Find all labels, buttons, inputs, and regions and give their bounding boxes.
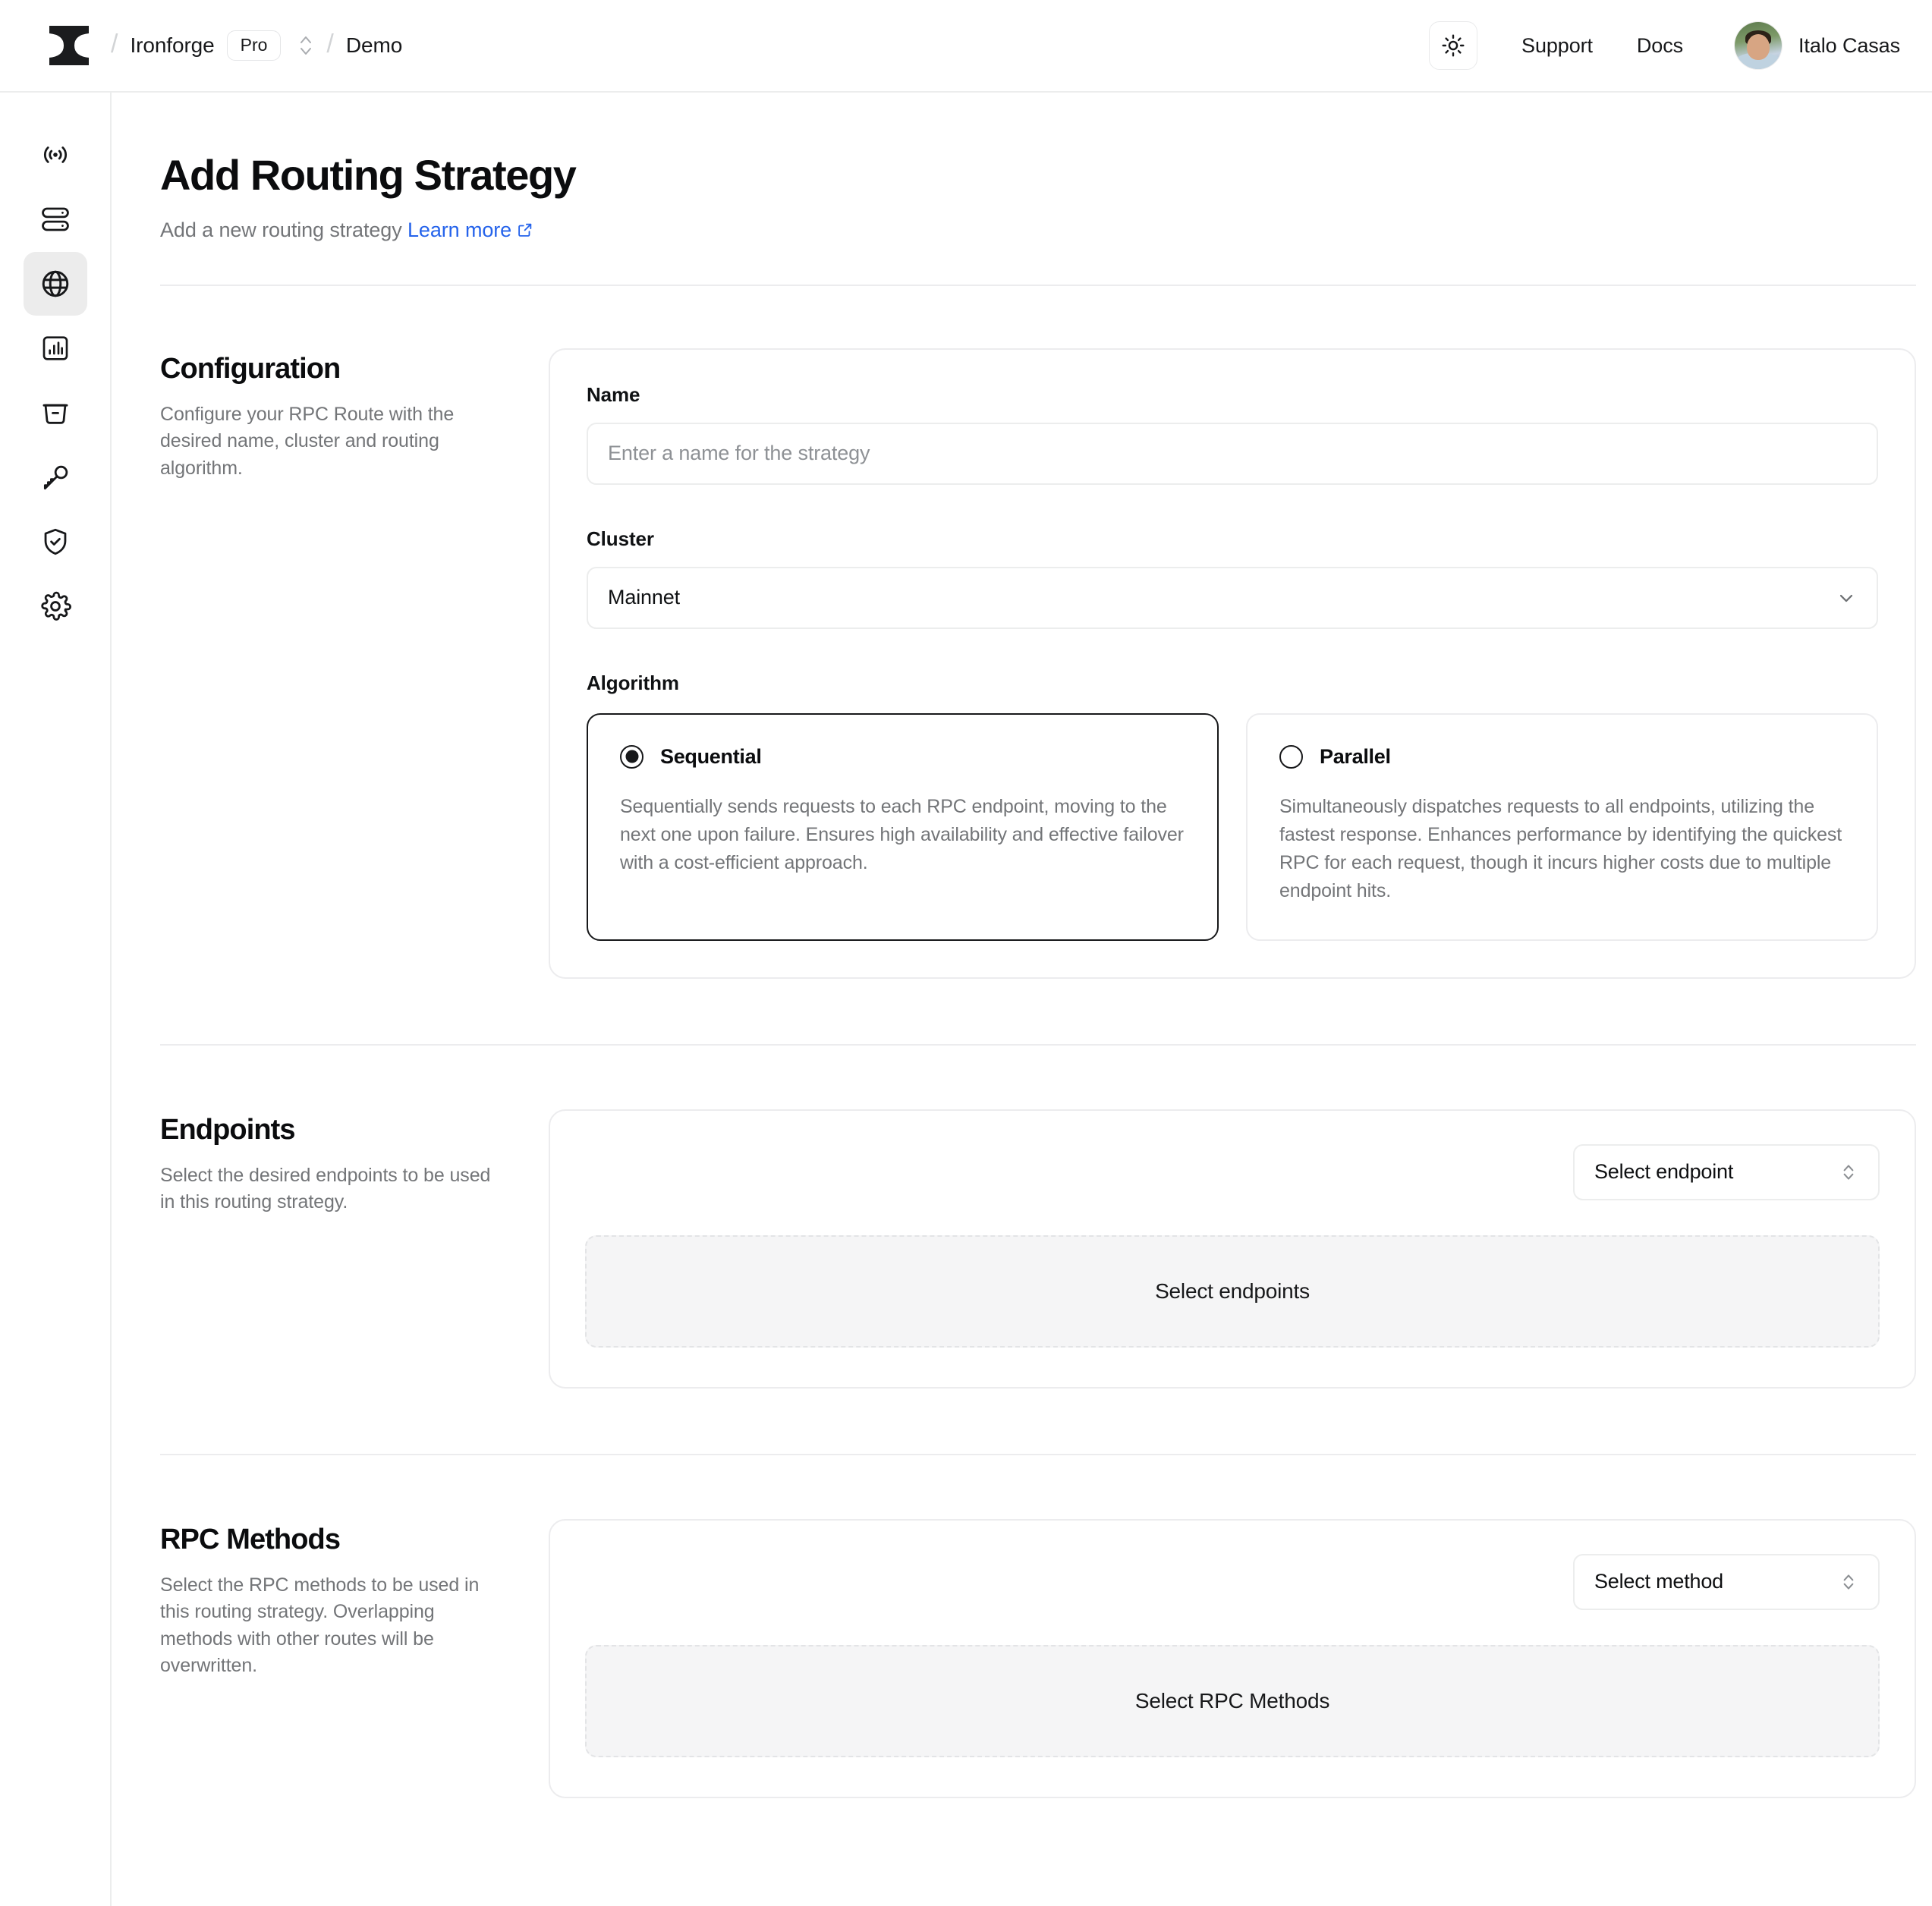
gear-icon [40,591,71,621]
user-name: Italo Casas [1798,33,1900,57]
cluster-selected-value: Mainnet [608,586,681,609]
endpoint-select-label: Select endpoint [1594,1160,1734,1184]
cluster-field-group: Cluster Mainnet [587,527,1878,629]
anvil-logo-icon [49,26,89,65]
rpc-methods-dropzone[interactable]: Select RPC Methods [585,1644,1880,1757]
bar-chart-icon [42,336,68,360]
divider-endpoints [160,1043,1916,1046]
page-subtitle: Add a new routing strategy Learn more [160,219,1932,244]
algorithm-sequential-title: Sequential [660,744,762,768]
sidebar-item-broadcast[interactable] [24,123,87,187]
radio-parallel[interactable] [1279,744,1303,769]
algorithm-label: Algorithm [587,671,679,694]
endpoints-form-wrap: Select endpoint Select endpoints [549,1109,1916,1389]
configuration-description: Configure your RPC Route with the desire… [160,403,455,479]
divider-header [160,284,1916,286]
globe-icon [42,270,68,297]
org-switcher-icon[interactable] [297,30,314,61]
external-link-icon [517,220,533,244]
breadcrumb-project[interactable]: Demo [346,33,402,58]
sun-icon [1442,34,1465,57]
method-select-label: Select method [1594,1570,1723,1593]
sidebar-item-api-keys[interactable] [24,445,87,509]
cluster-select[interactable]: Mainnet [587,566,1878,629]
algorithm-parallel-title: Parallel [1320,744,1391,768]
endpoints-description: Select the desired endpoints to be used … [160,1164,491,1213]
breadcrumb-separator-1: / [111,30,118,58]
sidebar [0,93,112,1906]
avatar [1735,22,1783,69]
archive-icon [42,404,68,424]
configuration-card: Name Cluster Mainnet Algorithm [549,348,1916,979]
name-input[interactable] [587,422,1878,485]
endpoint-select[interactable]: Select endpoint [1573,1143,1880,1200]
section-endpoints: Endpoints Select the desired endpoints t… [112,1109,1932,1389]
ironforge-logo[interactable] [39,21,99,70]
method-select[interactable]: Select method [1573,1553,1880,1610]
algorithm-sequential-description: Sequentially sends requests to each RPC … [620,795,1184,874]
algorithm-option-header: Sequential [620,744,1185,769]
page-subtitle-text: Add a new routing strategy [160,218,402,241]
rpc-methods-info: RPC Methods Select the RPC methods to be… [160,1519,517,1798]
endpoints-select-row: Select endpoint [585,1143,1880,1200]
rpc-methods-dropzone-label: Select RPC Methods [1134,1688,1330,1713]
sidebar-item-nodes[interactable] [24,187,87,251]
rpc-methods-select-row: Select method [585,1553,1880,1610]
algorithm-field-group: Algorithm Sequential Sequentially sends … [587,672,1878,941]
sidebar-item-security[interactable] [24,510,87,574]
page-title: Add Routing Strategy [160,151,577,199]
broadcast-icon [43,146,67,163]
top-bar: / Ironforge Pro / Demo Support Docs Ital… [0,0,1932,93]
section-rpc-methods: RPC Methods Select the RPC methods to be… [112,1518,1932,1798]
rpc-methods-description: Select the RPC methods to be used in thi… [160,1574,480,1677]
chevron-up-down-icon [300,36,312,55]
configuration-form-wrap: Name Cluster Mainnet Algorithm [549,348,1916,979]
endpoints-dropzone-label: Select endpoints [1155,1279,1310,1303]
sidebar-item-settings[interactable] [24,574,87,638]
algorithm-option-parallel[interactable]: Parallel Simultaneously dispatches reque… [1246,712,1878,941]
main-content: Add Routing Strategy Add a new routing s… [112,93,1932,1798]
configuration-info: Configuration Configure your RPC Route w… [160,348,517,979]
algorithm-option-header: Parallel [1279,744,1845,769]
endpoints-card: Select endpoint Select endpoints [549,1109,1916,1389]
rpc-methods-form-wrap: Select method Select RPC Methods [549,1518,1916,1798]
shield-check-icon [44,528,66,555]
support-link[interactable]: Support [1521,34,1593,58]
radio-sequential[interactable] [620,744,643,769]
sidebar-item-routing[interactable] [23,252,87,316]
name-field-group: Name [587,383,1878,485]
algorithm-options: Sequential Sequentially sends requests t… [587,712,1878,941]
rpc-methods-title: RPC Methods [160,1523,341,1555]
name-label: Name [587,382,640,406]
cluster-label: Cluster [587,527,654,550]
breadcrumb: / Ironforge Pro / Demo [39,21,402,70]
docs-link[interactable]: Docs [1637,34,1683,58]
breadcrumb-org[interactable]: Ironforge [130,33,214,58]
learn-more-label: Learn more [407,218,512,241]
chevron-up-down-icon [1822,1161,1858,1184]
sidebar-item-analytics[interactable] [24,316,87,380]
key-icon [43,465,68,490]
chevron-down-icon [1836,587,1857,609]
algorithm-parallel-description: Simultaneously dispatches requests to al… [1279,795,1842,902]
endpoints-dropzone[interactable]: Select endpoints [585,1234,1880,1348]
theme-toggle-button[interactable] [1429,21,1478,70]
user-menu[interactable]: Italo Casas [1735,22,1900,69]
rpc-methods-card: Select method Select RPC Methods [549,1518,1916,1798]
page-header: Add Routing Strategy Add a new routing s… [112,93,1932,244]
divider-rpc-methods [160,1453,1916,1455]
learn-more-link[interactable]: Learn more [407,219,533,241]
breadcrumb-separator-2: / [326,30,334,58]
plan-badge: Pro [226,30,282,61]
top-bar-actions: Support Docs Italo Casas [1429,21,1900,70]
endpoints-title: Endpoints [160,1113,296,1146]
sidebar-item-archive[interactable] [24,381,87,445]
configuration-title: Configuration [160,352,341,385]
algorithm-option-sequential[interactable]: Sequential Sequentially sends requests t… [587,712,1219,941]
section-configuration: Configuration Configure your RPC Route w… [112,348,1932,979]
server-stack-icon [41,207,69,231]
endpoints-info: Endpoints Select the desired endpoints t… [160,1109,517,1389]
chevron-up-down-icon [1822,1571,1858,1593]
